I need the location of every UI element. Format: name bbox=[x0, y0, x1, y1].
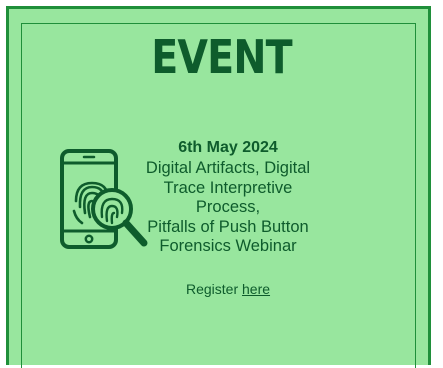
register-line: Register here bbox=[138, 281, 318, 297]
event-description-line: Forensics Webinar bbox=[159, 237, 297, 256]
event-description: Digital Artifacts, Digital Trace Interpr… bbox=[138, 159, 318, 257]
event-date: 6th May 2024 bbox=[178, 139, 278, 156]
event-description-line: Pitfalls of Push Button bbox=[147, 217, 309, 236]
register-here-link[interactable]: here bbox=[242, 281, 270, 297]
event-description-line: Trace Interpretive Process, bbox=[163, 178, 293, 217]
register-label: Register bbox=[185, 281, 242, 297]
event-details: 6th May 2024 Digital Artifacts, Digital … bbox=[138, 138, 318, 257]
event-title: EVENT bbox=[151, 30, 292, 84]
event-description-line: Digital Artifacts, Digital bbox=[145, 159, 311, 177]
